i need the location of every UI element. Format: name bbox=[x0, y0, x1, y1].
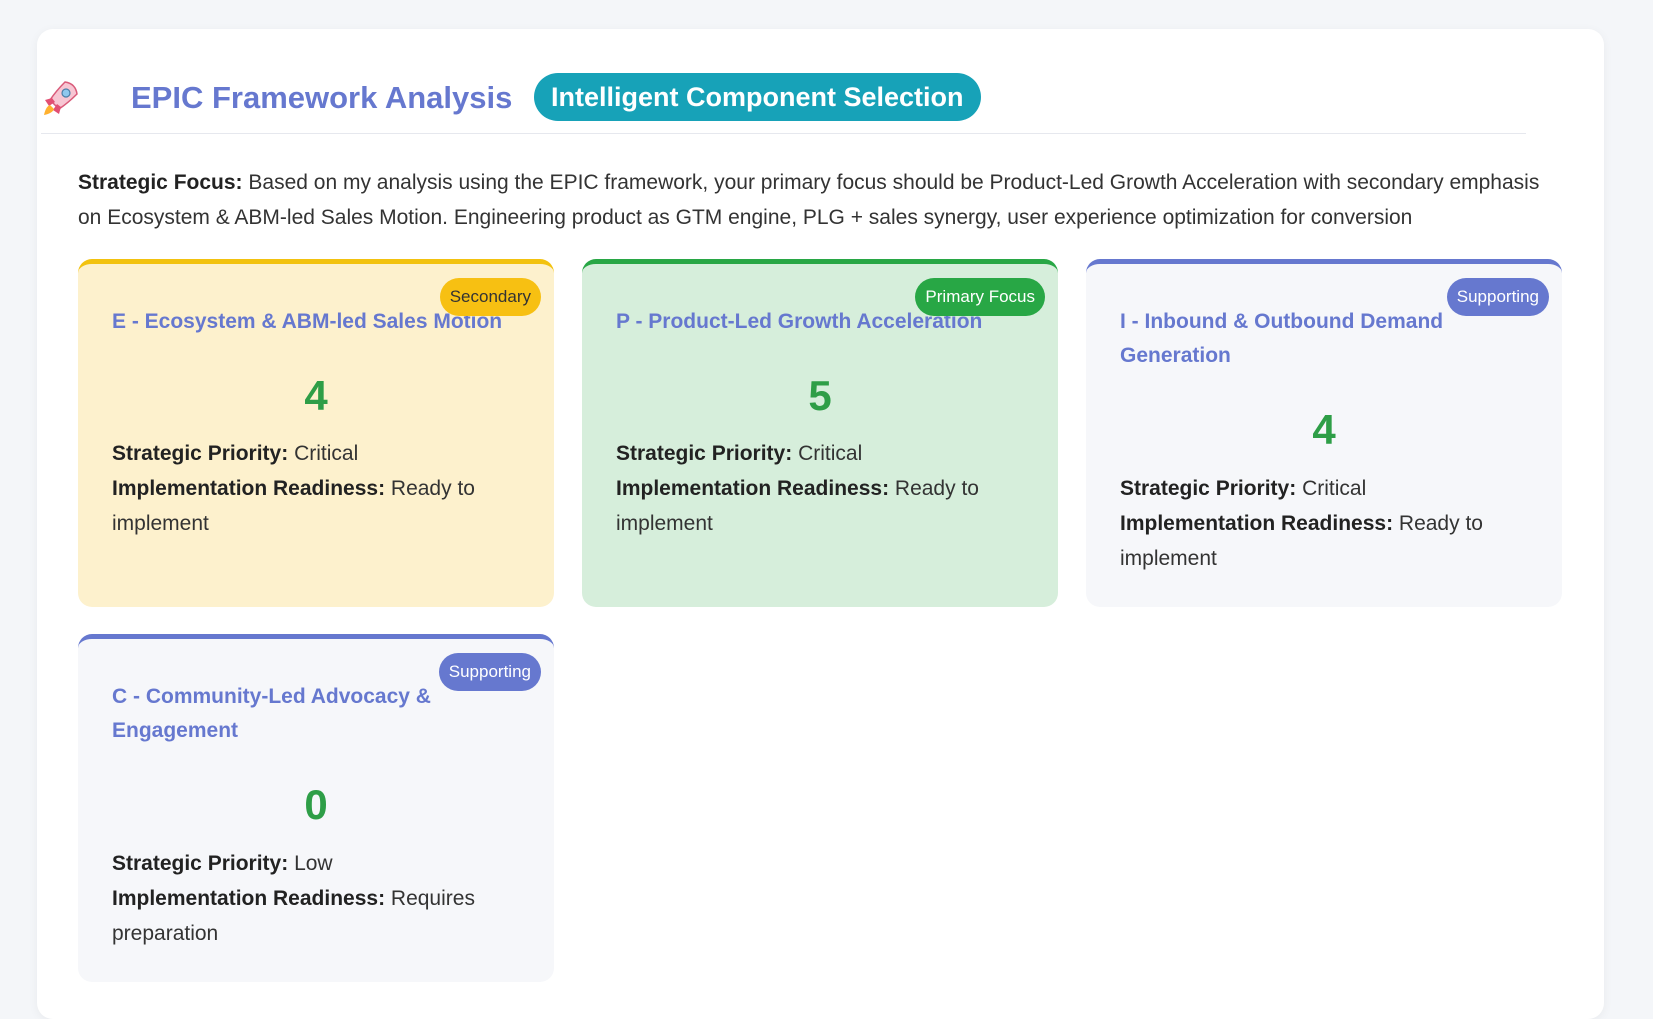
analysis-header: EPIC Framework Analysis Intelligent Comp… bbox=[41, 44, 1526, 134]
intelligent-selection-badge: Intelligent Component Selection bbox=[534, 73, 981, 121]
component-score: 0 bbox=[304, 781, 328, 828]
component-score: 4 bbox=[304, 372, 328, 419]
card-details: Strategic Priority: Low Implementation R… bbox=[112, 846, 512, 951]
priority-value: Critical bbox=[798, 442, 863, 465]
strategic-focus-label: Strategic Focus: bbox=[78, 171, 243, 194]
card-product-led-growth: Primary Focus P - Product-Led Growth Acc… bbox=[582, 259, 1058, 607]
priority-value: Low bbox=[294, 852, 333, 875]
strategic-focus-summary: Strategic Focus: Based on my analysis us… bbox=[78, 165, 1568, 235]
card-community-led: Supporting C - Community-Led Advocacy & … bbox=[78, 634, 554, 982]
card-inbound-outbound: Supporting I - Inbound & Outbound Demand… bbox=[1086, 259, 1562, 607]
priority-label: Strategic Priority: bbox=[1120, 477, 1297, 500]
priority-value: Critical bbox=[1302, 477, 1367, 500]
page-title: EPIC Framework Analysis bbox=[131, 80, 513, 115]
strategic-focus-text: Based on my analysis using the EPIC fram… bbox=[78, 171, 1540, 229]
card-ecosystem: Secondary E - Ecosystem & ABM-led Sales … bbox=[78, 259, 554, 607]
component-score: 5 bbox=[808, 372, 832, 419]
supporting-badge: Supporting bbox=[1446, 278, 1549, 316]
readiness-label: Implementation Readiness: bbox=[1120, 512, 1394, 535]
priority-label: Strategic Priority: bbox=[112, 442, 289, 465]
rocket-icon bbox=[44, 81, 78, 115]
readiness-label: Implementation Readiness: bbox=[112, 477, 386, 500]
priority-label: Strategic Priority: bbox=[616, 442, 793, 465]
primary-focus-badge: Primary Focus bbox=[915, 278, 1045, 316]
secondary-badge: Secondary bbox=[439, 278, 541, 316]
priority-value: Critical bbox=[294, 442, 359, 465]
supporting-badge: Supporting bbox=[438, 653, 541, 691]
readiness-label: Implementation Readiness: bbox=[616, 477, 890, 500]
card-details: Strategic Priority: Critical Implementat… bbox=[112, 436, 512, 541]
readiness-label: Implementation Readiness: bbox=[112, 887, 386, 910]
component-score: 4 bbox=[1312, 406, 1336, 453]
card-details: Strategic Priority: Critical Implementat… bbox=[616, 436, 1016, 541]
priority-label: Strategic Priority: bbox=[112, 852, 289, 875]
card-details: Strategic Priority: Critical Implementat… bbox=[1120, 471, 1520, 576]
